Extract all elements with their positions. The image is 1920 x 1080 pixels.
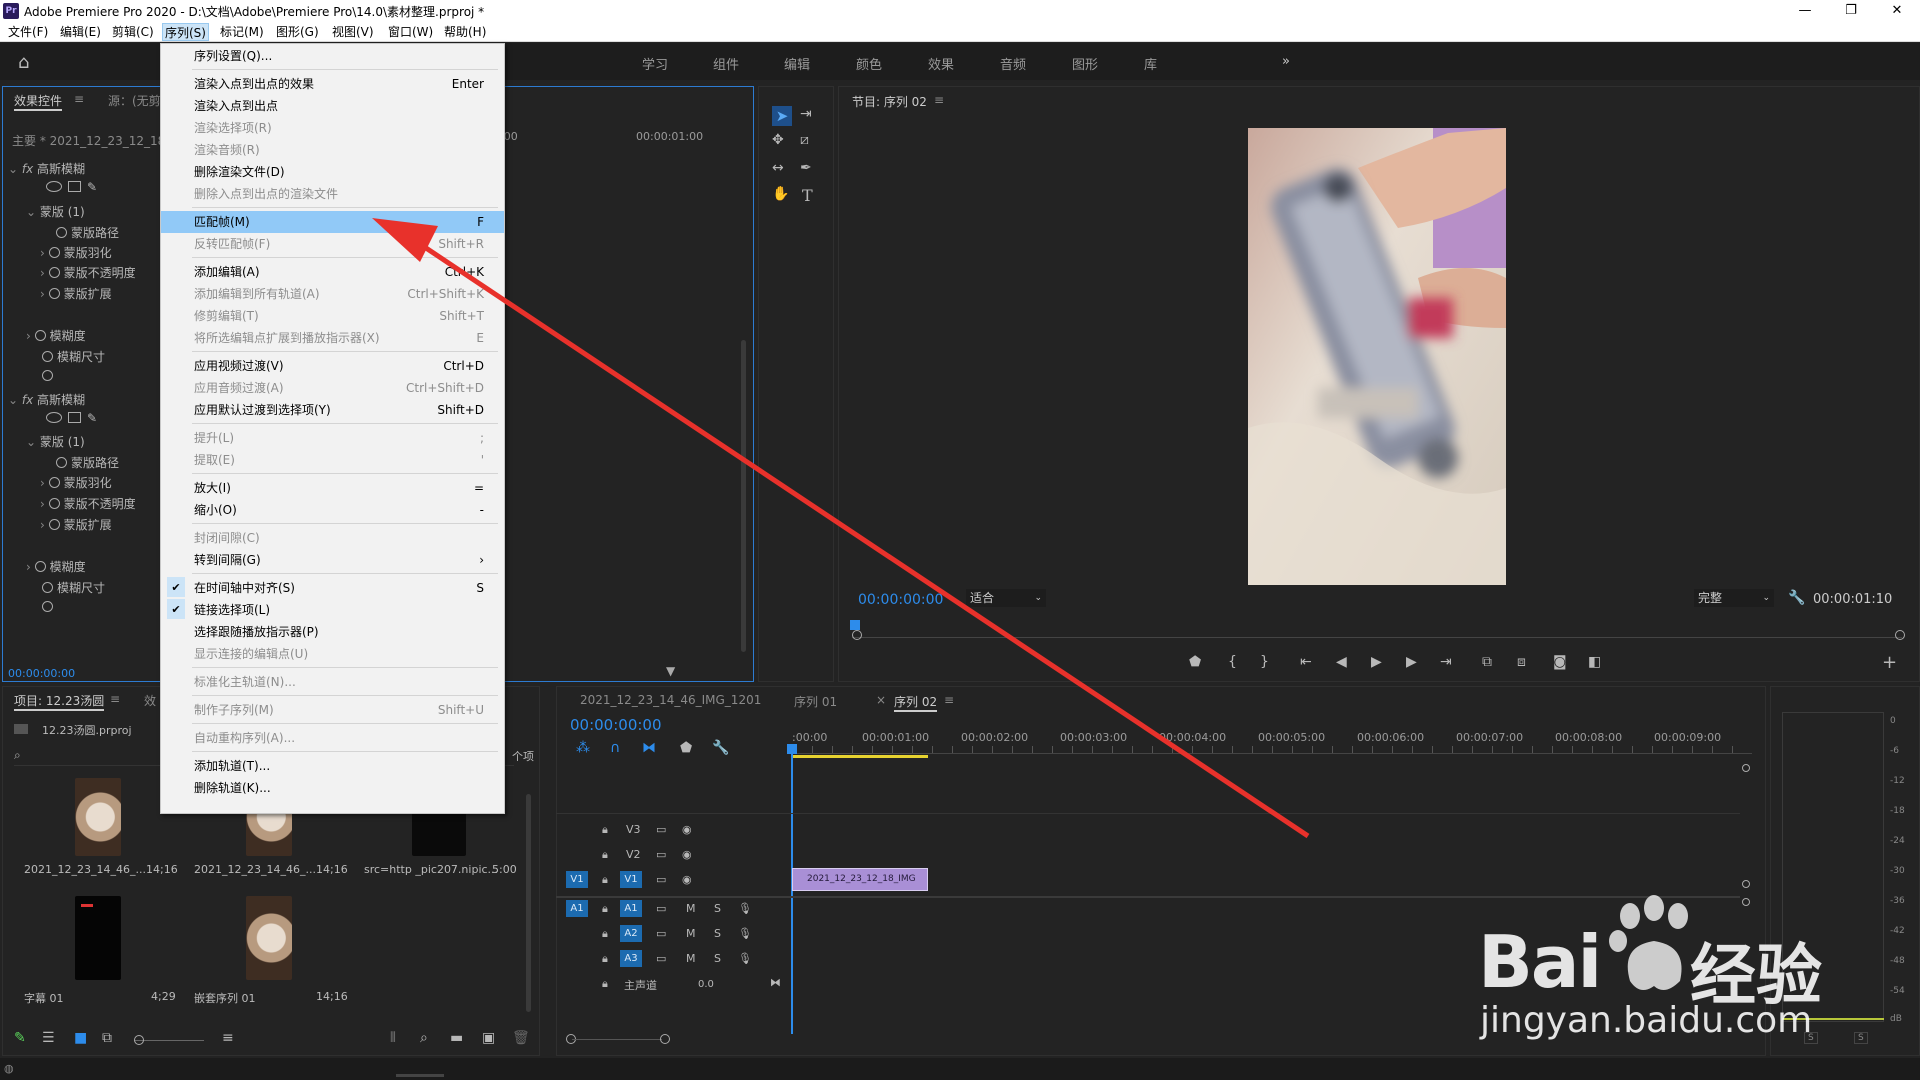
red-arrow-annotation [372, 218, 1310, 839]
